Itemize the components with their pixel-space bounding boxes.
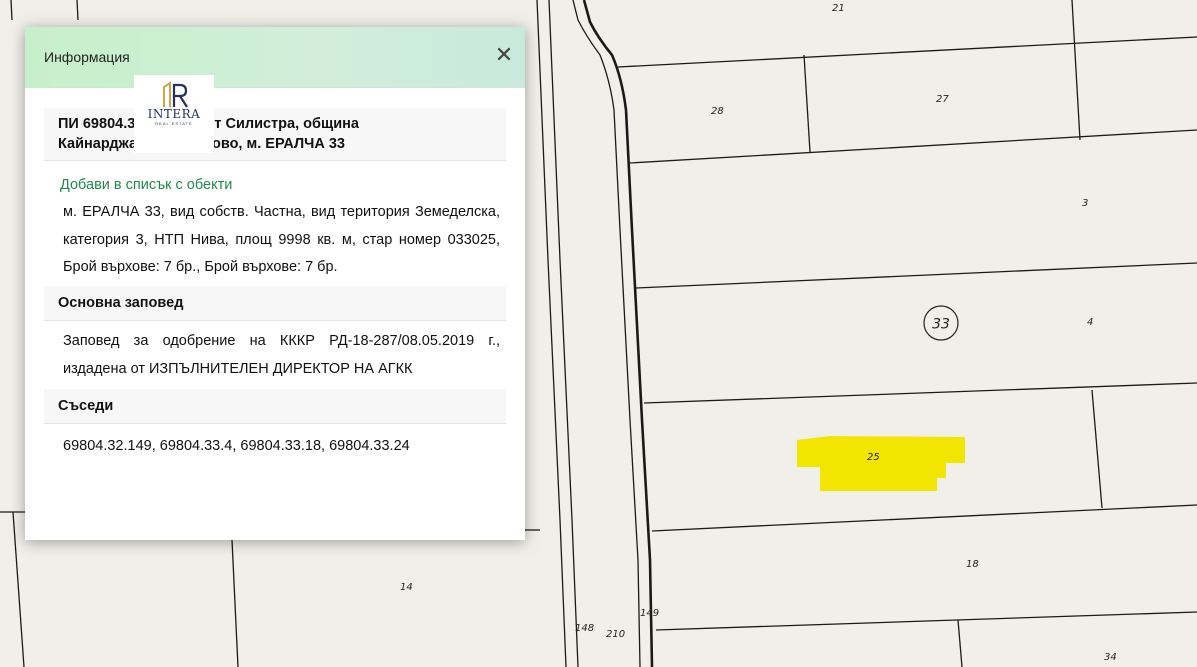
popup-body: ПИ 69804.33.25, област Силистра, община … xyxy=(25,108,525,464)
parcel-description: м. ЕРАЛЧА 33, вид собств. Частна, вид те… xyxy=(63,204,500,275)
info-popup: Информация ✕ INTERA REAL ESTATE ПИ 69804… xyxy=(25,27,525,540)
highlighted-parcel[interactable] xyxy=(797,436,965,491)
parcel-label: 27 xyxy=(936,94,949,105)
close-icon[interactable]: ✕ xyxy=(493,45,515,67)
neighbors-section-title: Съседи xyxy=(44,388,506,424)
parcel-label: 28 xyxy=(711,106,724,117)
parcel-label: 18 xyxy=(966,559,979,570)
logo-subtitle: REAL ESTATE xyxy=(155,121,193,126)
parcel-label: 34 xyxy=(1104,652,1117,663)
parcel-label: 4 xyxy=(1087,317,1093,328)
popup-header: Информация ✕ xyxy=(25,27,525,88)
neighbors-text: 69804.32.149, 69804.33.4, 69804.33.18, 6… xyxy=(63,437,410,454)
order-section-title: Основна заповед xyxy=(44,285,506,321)
parcel-label: 21 xyxy=(832,3,845,14)
parcel-label: 3 xyxy=(1082,198,1088,209)
parcel-label: 25 xyxy=(867,452,880,463)
order-text: Заповед за одобрение на КККР РД-18-287/0… xyxy=(63,332,500,377)
parcel-heading: ПИ 69804.33.25, област Силистра, община … xyxy=(44,108,506,161)
intera-logo: INTERA REAL ESTATE xyxy=(134,75,214,153)
parcel-label: 14 xyxy=(400,582,413,593)
building-icon xyxy=(163,81,188,108)
parcel-label: 210 xyxy=(606,629,625,640)
popup-title: Информация xyxy=(44,49,130,65)
parcel-label: 149 xyxy=(640,608,659,619)
logo-brand: INTERA xyxy=(147,107,201,121)
block-number-label: 33 xyxy=(932,317,950,333)
add-to-list-link[interactable]: Добави в списък с обекти xyxy=(60,177,232,193)
parcel-heading-line1: ПИ 69804.33.25, област Силистра, община xyxy=(58,116,359,132)
parcel-label: 148 xyxy=(575,623,594,634)
parcel-heading-line2: Кайнарджа, с. Стрелково, м. ЕРАЛЧА 33 xyxy=(58,136,345,152)
